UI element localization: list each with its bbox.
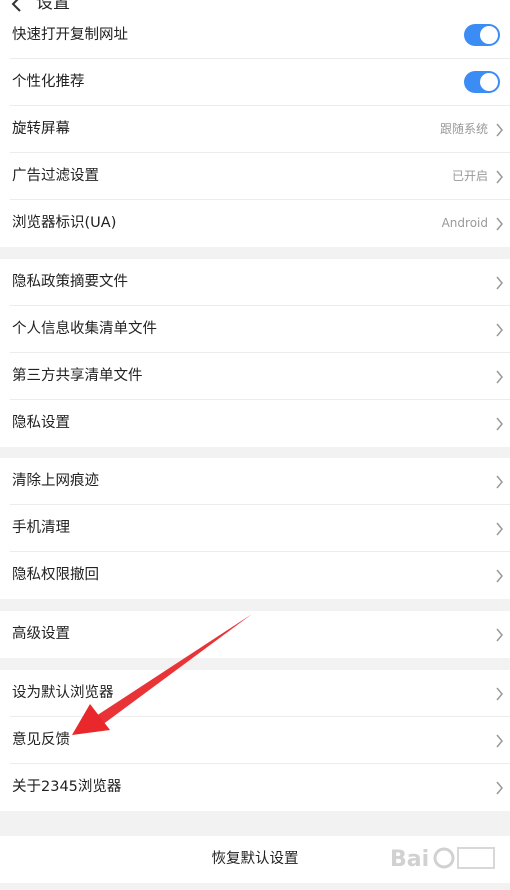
row-label: 设为默认浏览器: [12, 685, 114, 701]
chevron-right-icon: [496, 734, 503, 748]
toggle-knob: [480, 26, 498, 44]
row-label: 隐私设置: [12, 415, 70, 431]
row-value: 跟随系统: [439, 122, 488, 136]
row-third-party-sharing-list[interactable]: 第三方共享清单文件: [10, 353, 510, 400]
row-personal-info-collection-list[interactable]: 个人信息收集清单文件: [10, 306, 510, 353]
row-about-browser[interactable]: 关于2345浏览器: [10, 764, 510, 811]
chevron-right-icon: [496, 417, 503, 431]
row-value: 已开启: [451, 169, 488, 183]
row-rotate-screen[interactable]: 旋转屏幕 跟随系统: [10, 106, 510, 153]
row-label: 高级设置: [12, 626, 70, 642]
row-personalized-recommendation[interactable]: 个性化推荐: [10, 59, 510, 106]
chevron-right-icon: [496, 687, 503, 701]
row-privacy-permission-revoke[interactable]: 隐私权限撤回: [10, 552, 510, 599]
row-label: 浏览器标识(UA): [12, 215, 117, 231]
row-value: Android: [441, 216, 488, 230]
row-label: 手机清理: [12, 520, 70, 536]
chevron-right-icon: [496, 217, 503, 231]
row-privacy-policy-summary[interactable]: 隐私政策摘要文件: [10, 259, 510, 306]
chevron-right-icon: [496, 569, 503, 583]
row-label: 意见反馈: [12, 732, 70, 748]
row-browser-ua[interactable]: 浏览器标识(UA) Android: [10, 200, 510, 247]
toggle-knob: [480, 73, 498, 91]
row-label: 关于2345浏览器: [12, 779, 122, 795]
row-label: 个性化推荐: [12, 74, 85, 90]
row-label: 个人信息收集清单文件: [12, 321, 157, 337]
row-ad-filter-settings[interactable]: 广告过滤设置 已开启: [10, 153, 510, 200]
settings-group-privacy-docs: 隐私政策摘要文件 个人信息收集清单文件 第三方共享清单文件 隐私设置: [0, 259, 510, 447]
settings-group-cleanup: 清除上网痕迹 手机清理 隐私权限撤回: [0, 458, 510, 599]
chevron-right-icon: [496, 475, 503, 489]
chevron-right-icon: [496, 170, 503, 184]
settings-group-advanced: 高级设置: [0, 611, 510, 658]
row-advanced-settings[interactable]: 高级设置: [10, 611, 510, 658]
row-label: 隐私权限撤回: [12, 567, 99, 583]
chevron-right-icon: [496, 370, 503, 384]
restore-defaults-label: 恢复默认设置: [211, 851, 299, 867]
chevron-right-icon: [496, 628, 503, 642]
chevron-right-icon: [496, 323, 503, 337]
svg-text:Bai: Bai: [390, 847, 429, 872]
chevron-right-icon: [496, 781, 503, 795]
row-label: 清除上网痕迹: [12, 473, 99, 489]
row-label: 广告过滤设置: [12, 168, 99, 184]
settings-group-general: 快速打开复制网址 个性化推荐 旋转屏幕 跟随系统 广告过滤设置 已开启 浏览器标…: [0, 12, 510, 247]
row-clear-browsing-traces[interactable]: 清除上网痕迹: [10, 458, 510, 505]
row-quick-open-copied-url[interactable]: 快速打开复制网址: [10, 12, 510, 59]
chevron-right-icon: [496, 522, 503, 536]
row-label: 隐私政策摘要文件: [12, 274, 128, 290]
settings-group-about: 设为默认浏览器 意见反馈 关于2345浏览器: [0, 670, 510, 811]
row-feedback[interactable]: 意见反馈: [10, 717, 510, 764]
row-label: 第三方共享清单文件: [12, 368, 143, 384]
row-label: 旋转屏幕: [12, 121, 70, 137]
chevron-right-icon: [496, 123, 503, 137]
toggle-switch-on[interactable]: [464, 71, 500, 93]
toggle-switch-on[interactable]: [464, 24, 500, 46]
row-set-default-browser[interactable]: 设为默认浏览器: [10, 670, 510, 717]
chevron-right-icon: [496, 276, 503, 290]
row-privacy-settings[interactable]: 隐私设置: [10, 400, 510, 447]
watermark-logo-icon: Bai: [388, 838, 498, 878]
row-phone-cleanup[interactable]: 手机清理: [10, 505, 510, 552]
row-label: 快速打开复制网址: [12, 27, 128, 43]
